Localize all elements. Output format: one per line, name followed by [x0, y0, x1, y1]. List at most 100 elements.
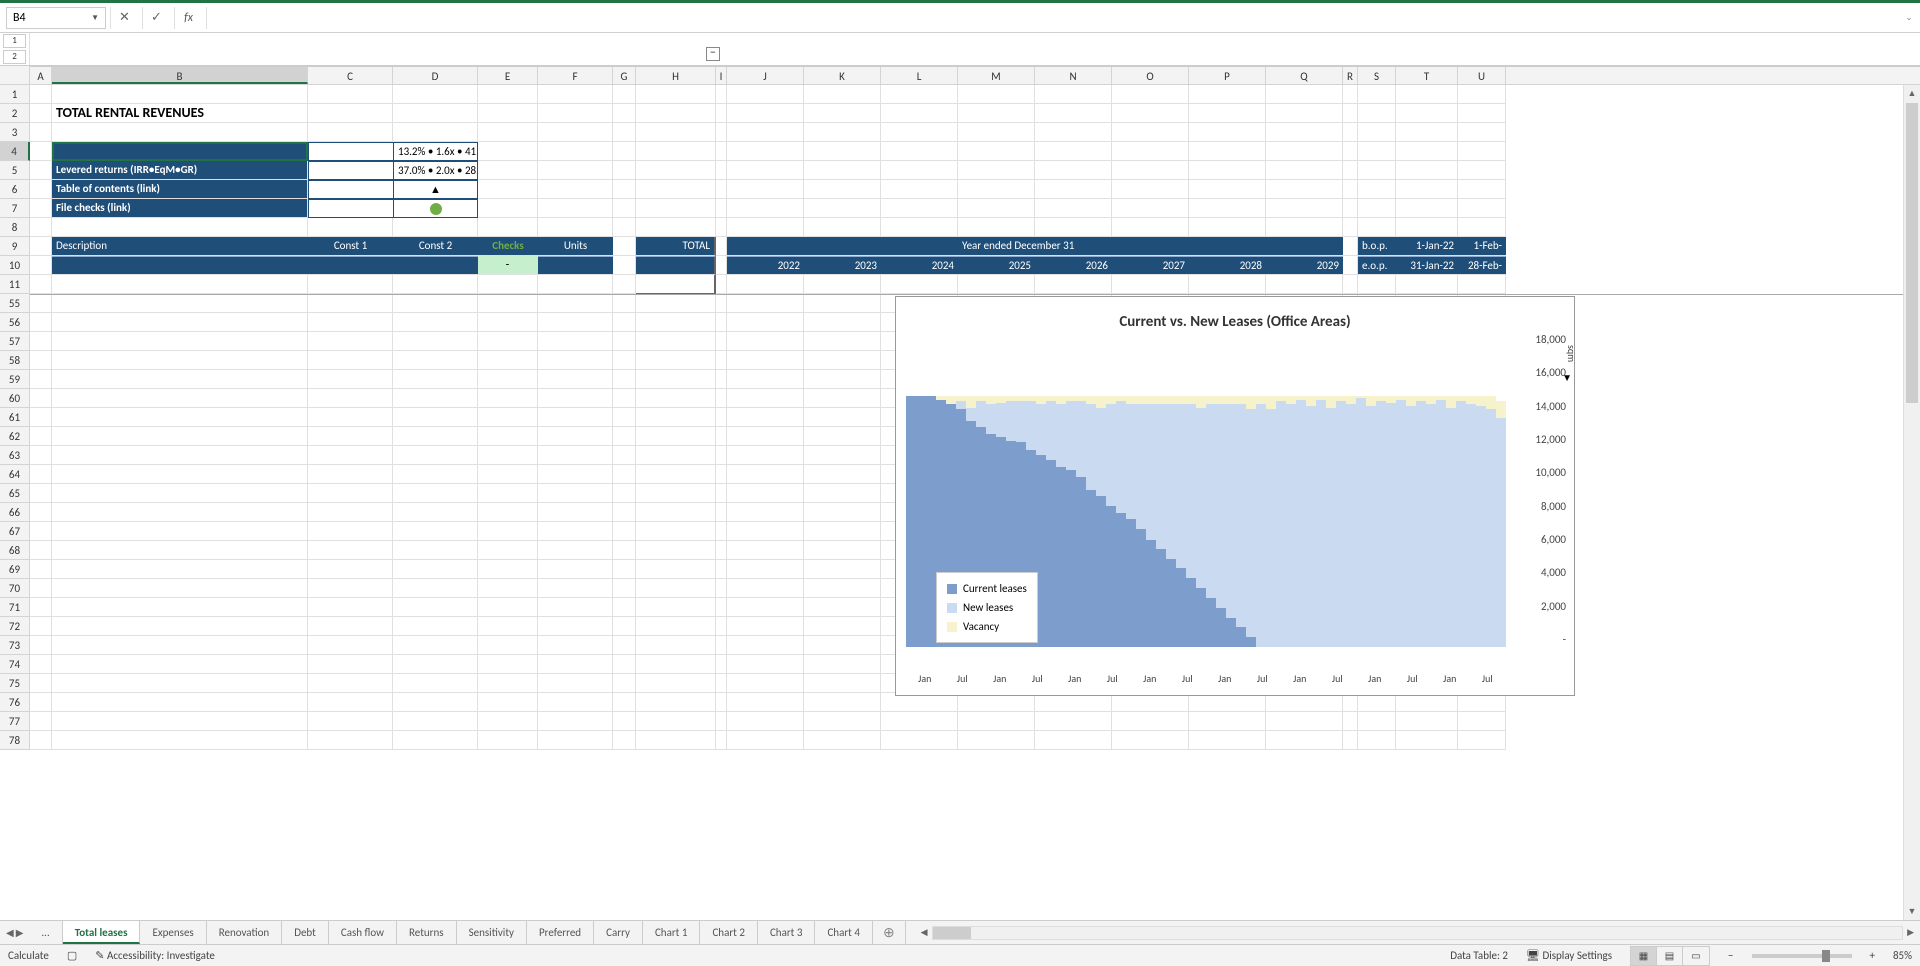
col-header-T[interactable]: T	[1396, 67, 1458, 84]
row-header-71[interactable]: 71	[0, 598, 30, 617]
scroll-up-icon[interactable]: ▲	[1904, 85, 1920, 102]
col-header-A[interactable]: A	[30, 67, 52, 84]
row-header-58[interactable]: 58	[0, 351, 30, 370]
tab-chart-3[interactable]: Chart 3	[758, 921, 816, 944]
tab-preferred[interactable]: Preferred	[527, 921, 594, 944]
col-header-E[interactable]: E	[478, 67, 538, 84]
tab-returns[interactable]: Returns	[397, 921, 457, 944]
tab-renovation[interactable]: Renovation	[207, 921, 282, 944]
view-buttons[interactable]: ▦ ▤ ▭	[1630, 946, 1710, 966]
row-header-72[interactable]: 72	[0, 617, 30, 636]
row-header-65[interactable]: 65	[0, 484, 30, 503]
outline-level-buttons[interactable]: 1 2	[0, 33, 30, 65]
hscroll-right-icon[interactable]: ▶	[1907, 927, 1914, 938]
column-headers[interactable]: ABCDEFGHIJKLMNOPQRSTU	[30, 66, 1920, 85]
row-header-1[interactable]: 1	[0, 85, 30, 104]
zoom-in-button[interactable]: +	[1870, 949, 1875, 962]
tab-chart-4[interactable]: Chart 4	[815, 921, 873, 944]
row-header-75[interactable]: 75	[0, 674, 30, 693]
col-header-C[interactable]: C	[308, 67, 393, 84]
tab-splitter[interactable]	[905, 921, 915, 944]
row-header-5[interactable]: 5	[0, 161, 30, 180]
tab-carry[interactable]: Carry	[594, 921, 643, 944]
row-header-64[interactable]: 64	[0, 465, 30, 484]
row-header-63[interactable]: 63	[0, 446, 30, 465]
tab-chart-2[interactable]: Chart 2	[700, 921, 758, 944]
row-header-11[interactable]: 11	[0, 275, 30, 294]
tab-nav[interactable]: ◀ ▶	[0, 926, 29, 939]
col-header-H[interactable]: H	[636, 67, 716, 84]
expand-formula-icon[interactable]: ⌄	[1898, 7, 1920, 29]
row-header-9[interactable]: 9	[0, 237, 30, 256]
tab-debt[interactable]: Debt	[282, 921, 329, 944]
row-header-70[interactable]: 70	[0, 579, 30, 598]
horizontal-scrollbar[interactable]: ◀ ▶	[915, 926, 1920, 940]
row-header-60[interactable]: 60	[0, 389, 30, 408]
name-box[interactable]: B4▼	[6, 7, 106, 29]
col-header-K[interactable]: K	[804, 67, 881, 84]
outline-collapse-button[interactable]: −	[706, 47, 720, 61]
tab-total-leases[interactable]: Total leases	[63, 921, 141, 944]
tab-sensitivity[interactable]: Sensitivity	[457, 921, 527, 944]
sheet-tabs[interactable]: ...Total leasesExpensesRenovationDebtCas…	[29, 921, 873, 944]
row-header-68[interactable]: 68	[0, 541, 30, 560]
row-header-73[interactable]: 73	[0, 636, 30, 655]
tab-[interactable]: ...	[29, 921, 62, 944]
tab-prev-icon[interactable]: ◀	[6, 926, 14, 939]
col-header-O[interactable]: O	[1112, 67, 1189, 84]
fx-button[interactable]: fx	[174, 7, 202, 29]
zoom-out-button[interactable]: −	[1728, 949, 1733, 962]
row-headers[interactable]: 1234567891011555657585960616263646566676…	[0, 85, 30, 750]
outline-level-1[interactable]: 1	[3, 34, 26, 48]
vscroll-thumb[interactable]	[1906, 103, 1918, 403]
row-header-55[interactable]: 55	[0, 294, 30, 313]
row-header-56[interactable]: 56	[0, 313, 30, 332]
row-header-57[interactable]: 57	[0, 332, 30, 351]
zoom-level[interactable]: 85%	[1893, 949, 1912, 962]
row-header-7[interactable]: 7	[0, 199, 30, 218]
select-all-corner[interactable]	[0, 66, 30, 85]
col-header-Q[interactable]: Q	[1266, 67, 1343, 84]
col-header-U[interactable]: U	[1458, 67, 1506, 84]
selected-cell[interactable]	[52, 142, 308, 161]
outline-level-2[interactable]: 2	[3, 50, 26, 64]
zoom-handle[interactable]	[1822, 950, 1830, 962]
row-header-74[interactable]: 74	[0, 655, 30, 674]
tab-next-icon[interactable]: ▶	[16, 926, 24, 939]
col-header-J[interactable]: J	[727, 67, 804, 84]
zoom-slider[interactable]	[1752, 954, 1852, 958]
row-header-4[interactable]: 4	[0, 142, 30, 161]
col-header-I[interactable]: I	[716, 67, 727, 84]
hscroll-thumb[interactable]	[933, 927, 971, 939]
col-header-S[interactable]: S	[1358, 67, 1396, 84]
scroll-down-icon[interactable]: ▼	[1904, 903, 1920, 920]
col-header-G[interactable]: G	[613, 67, 636, 84]
col-header-B[interactable]: B	[52, 67, 308, 84]
row-header-6[interactable]: 6	[0, 180, 30, 199]
formula-input[interactable]	[206, 7, 1894, 29]
worksheet-grid[interactable]: ABCDEFGHIJKLMNOPQRSTU TOTAL RENTAL REVEN…	[0, 66, 1920, 920]
hscroll-left-icon[interactable]: ◀	[921, 927, 928, 938]
view-page-layout-icon[interactable]: ▤	[1657, 947, 1683, 965]
col-header-D[interactable]: D	[393, 67, 478, 84]
tab-chart-1[interactable]: Chart 1	[643, 921, 701, 944]
col-header-P[interactable]: P	[1189, 67, 1266, 84]
hscroll-track[interactable]	[932, 926, 1903, 940]
chevron-down-icon[interactable]: ▼	[91, 13, 99, 23]
col-header-N[interactable]: N	[1035, 67, 1112, 84]
add-sheet-button[interactable]: ⊕	[873, 924, 905, 941]
tab-expenses[interactable]: Expenses	[140, 921, 206, 944]
display-settings-button[interactable]: 🖥 Display Settings	[1526, 949, 1612, 962]
col-header-M[interactable]: M	[958, 67, 1035, 84]
chart-current-vs-new-leases[interactable]: Current vs. New Leases (Office Areas) sq…	[895, 296, 1575, 696]
row-header-78[interactable]: 78	[0, 731, 30, 750]
row-header-61[interactable]: 61	[0, 408, 30, 427]
row-header-8[interactable]: 8	[0, 218, 30, 237]
macro-record-icon[interactable]: ▢	[67, 949, 77, 962]
col-header-R[interactable]: R	[1343, 67, 1358, 84]
view-normal-icon[interactable]: ▦	[1631, 947, 1657, 965]
status-calculate[interactable]: Calculate	[8, 949, 49, 962]
view-page-break-icon[interactable]: ▭	[1683, 947, 1709, 965]
row-header-67[interactable]: 67	[0, 522, 30, 541]
row-header-10[interactable]: 10	[0, 256, 30, 275]
